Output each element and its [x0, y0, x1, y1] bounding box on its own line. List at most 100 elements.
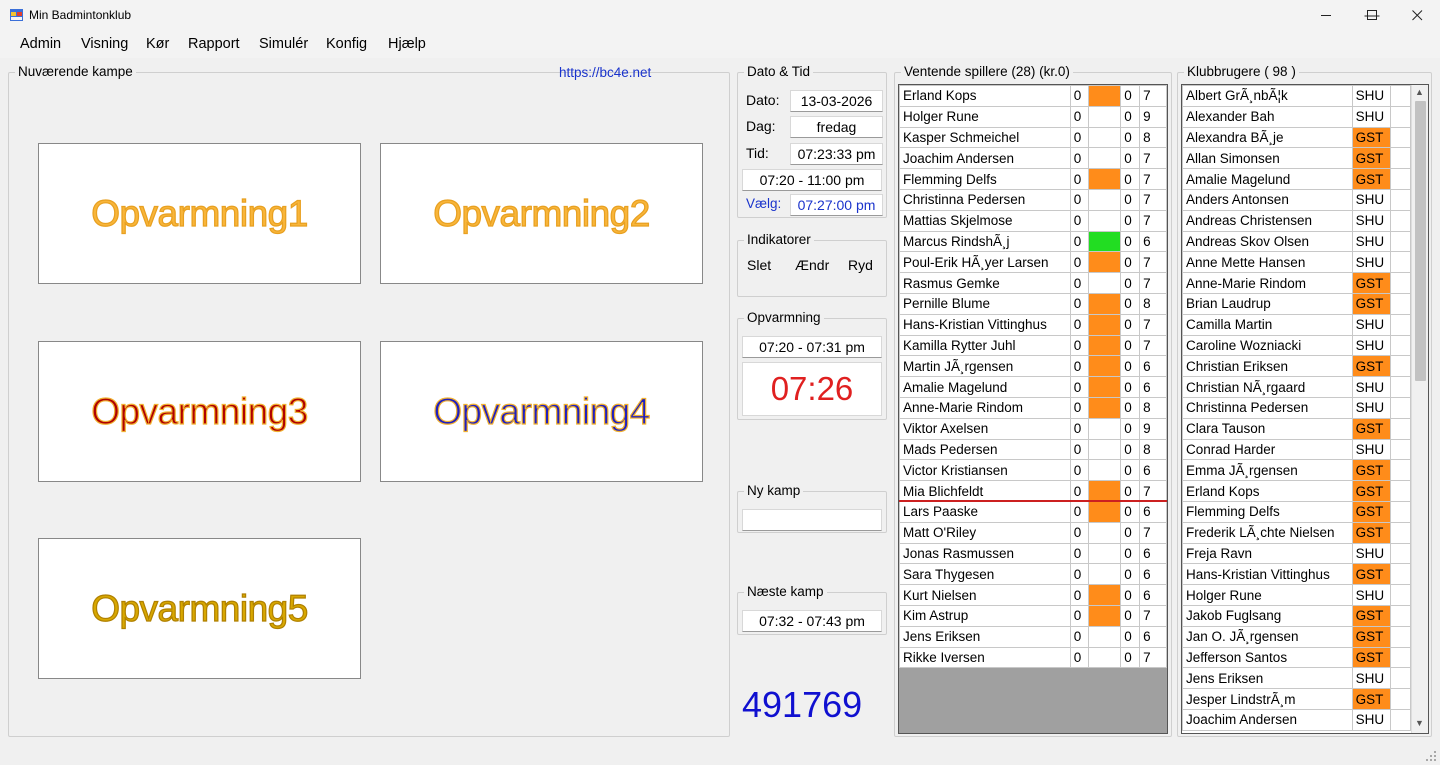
warmup-range-field[interactable]: 07:20 - 07:31 pm: [742, 336, 882, 358]
player-games: 0: [1069, 646, 1089, 669]
member-row[interactable]: Alexander Bah SHU: [1182, 105, 1411, 128]
waiting-players-list[interactable]: Erland Kops 0 0 7 Holger Rune 0 0 9 Kasper Schme…: [898, 84, 1168, 734]
scroll-up-icon[interactable]: ▲: [1415, 87, 1424, 97]
player-name: Rikke Iversen: [899, 646, 1071, 669]
select-time-field[interactable]: 07:27:00 pm: [790, 194, 883, 216]
member-row[interactable]: Christian NÃ¸rgaard SHU: [1182, 376, 1411, 398]
member-row[interactable]: Clara Tauson GST: [1182, 417, 1411, 440]
member-row[interactable]: Anne-Marie Rindom GST: [1182, 272, 1411, 294]
member-row[interactable]: Emma JÃ¸rgensen GST: [1182, 459, 1411, 482]
waiting-player-row[interactable]: Hans-Kristian Vittinghus 0 0 7: [899, 313, 1167, 336]
waiting-player-row[interactable]: Mads Pedersen 0 0 8: [899, 438, 1167, 461]
minimize-icon[interactable]: [1303, 0, 1349, 30]
waiting-player-row[interactable]: Erland Kops 0 0 7: [899, 85, 1167, 107]
court-3[interactable]: Opvarmning3: [38, 341, 361, 482]
menu-rapport[interactable]: Rapport: [188, 36, 240, 52]
member-row[interactable]: Caroline Wozniacki SHU: [1182, 334, 1411, 357]
waiting-player-row[interactable]: Kim Astrup 0 0 7: [899, 604, 1167, 627]
waiting-player-row[interactable]: Pernille Blume 0 0 8: [899, 292, 1167, 315]
clear-indicator-button[interactable]: Ryd: [848, 257, 873, 273]
menu-simuler[interactable]: Simulér: [259, 36, 308, 52]
waiting-player-row[interactable]: Poul-Erik HÃ¸yer Larsen 0 0 7: [899, 251, 1167, 274]
members-list[interactable]: Albert GrÃ¸nbÃ¦k SHU Alexander Bah SHU Alexa…: [1181, 84, 1429, 734]
member-row[interactable]: Frederik LÃ¸chte Nielsen GST: [1182, 521, 1411, 544]
members-scrollbar[interactable]: ▲ ▼: [1411, 85, 1428, 733]
waiting-player-row[interactable]: Joachim Andersen 0 0 7: [899, 147, 1167, 170]
waiting-player-row[interactable]: Christinna Pedersen 0 0 7: [899, 188, 1167, 211]
menu-admin[interactable]: Admin: [20, 36, 61, 52]
member-row[interactable]: Anne Mette Hansen SHU: [1182, 251, 1411, 274]
close-icon[interactable]: [1394, 0, 1440, 30]
resize-grip-icon[interactable]: [1425, 750, 1437, 762]
member-row[interactable]: Conrad Harder SHU: [1182, 438, 1411, 461]
player-name: Mia Blichfeldt: [899, 480, 1071, 502]
member-extra: [1390, 251, 1411, 274]
member-row[interactable]: Jefferson Santos GST: [1182, 646, 1411, 669]
change-indicator-button[interactable]: Ændr: [795, 257, 829, 273]
member-row[interactable]: Jakob Fuglsang GST: [1182, 604, 1411, 627]
member-row[interactable]: Hans-Kristian Vittinghus GST: [1182, 563, 1411, 586]
waiting-player-row[interactable]: Kasper Schmeichel 0 0 8: [899, 126, 1167, 149]
waiting-player-row[interactable]: Flemming Delfs 0 0 7: [899, 168, 1167, 190]
member-row[interactable]: Brian Laudrup GST: [1182, 292, 1411, 315]
member-row[interactable]: Jens Eriksen SHU: [1182, 667, 1411, 690]
member-row[interactable]: Erland Kops GST: [1182, 480, 1411, 502]
date-field[interactable]: 13-03-2026: [790, 90, 883, 112]
member-row[interactable]: Alexandra BÃ¸je GST: [1182, 126, 1411, 149]
member-type: GST: [1351, 126, 1392, 149]
member-row[interactable]: Flemming Delfs GST: [1182, 500, 1411, 523]
menu-konfig[interactable]: Konfig: [326, 36, 367, 52]
court-2[interactable]: Opvarmning2: [380, 143, 703, 284]
next-match-range-field[interactable]: 07:32 - 07:43 pm: [742, 610, 882, 632]
waiting-player-row[interactable]: Sara Thygesen 0 0 6: [899, 563, 1167, 586]
member-row[interactable]: Allan Simonsen GST: [1182, 147, 1411, 170]
waiting-player-row[interactable]: Amalie Magelund 0 0 6: [899, 376, 1167, 398]
member-row[interactable]: Jan O. JÃ¸rgensen GST: [1182, 625, 1411, 648]
member-row[interactable]: Holger Rune SHU: [1182, 584, 1411, 606]
court-4[interactable]: Opvarmning4: [380, 341, 703, 482]
member-row[interactable]: Amalie Magelund GST: [1182, 168, 1411, 190]
waiting-player-row[interactable]: Anne-Marie Rindom 0 0 8: [899, 396, 1167, 419]
waiting-player-row[interactable]: Mia Blichfeldt 0 0 7: [899, 480, 1167, 502]
waiting-player-row[interactable]: Victor Kristiansen 0 0 6: [899, 459, 1167, 482]
member-row[interactable]: Andreas Christensen SHU: [1182, 209, 1411, 232]
waiting-player-row[interactable]: Matt O'Riley 0 0 7: [899, 521, 1167, 544]
delete-indicator-button[interactable]: Slet: [747, 257, 771, 273]
player-games: 0: [1069, 355, 1089, 378]
member-row[interactable]: Jesper LindstrÃ¸m GST: [1182, 688, 1411, 710]
waiting-player-row[interactable]: Kamilla Rytter Juhl 0 0 7: [899, 334, 1167, 357]
waiting-player-row[interactable]: Rasmus Gemke 0 0 7: [899, 272, 1167, 294]
member-row[interactable]: Christinna Pedersen SHU: [1182, 396, 1411, 419]
waiting-player-row[interactable]: Kurt Nielsen 0 0 6: [899, 584, 1167, 606]
day-field[interactable]: fredag: [790, 116, 883, 138]
waiting-player-row[interactable]: Jens Eriksen 0 0 6: [899, 625, 1167, 648]
player-level: 6: [1139, 563, 1167, 586]
member-row[interactable]: Joachim Andersen SHU: [1182, 708, 1411, 731]
scroll-thumb[interactable]: [1415, 101, 1426, 381]
waiting-player-row[interactable]: Mattias Skjelmose 0 0 7: [899, 209, 1167, 232]
member-row[interactable]: Camilla Martin SHU: [1182, 313, 1411, 336]
website-link[interactable]: https://bc4e.net: [559, 65, 651, 80]
member-row[interactable]: Freja Ravn SHU: [1182, 542, 1411, 565]
waiting-player-row[interactable]: Holger Rune 0 0 9: [899, 105, 1167, 128]
waiting-player-row[interactable]: Jonas Rasmussen 0 0 6: [899, 542, 1167, 565]
maximize-icon[interactable]: [1349, 0, 1395, 30]
waiting-player-row[interactable]: Viktor Axelsen 0 0 9: [899, 417, 1167, 440]
menu-visning[interactable]: Visning: [81, 36, 128, 52]
member-row[interactable]: Andreas Skov Olsen SHU: [1182, 230, 1411, 253]
new-match-field[interactable]: [742, 509, 882, 531]
court-1[interactable]: Opvarmning1: [38, 143, 361, 284]
waiting-player-row[interactable]: Marcus RindshÃ¸j 0 0 6: [899, 230, 1167, 253]
scroll-down-icon[interactable]: ▼: [1415, 718, 1424, 728]
member-row[interactable]: Anders Antonsen SHU: [1182, 188, 1411, 211]
member-row[interactable]: Albert GrÃ¸nbÃ¦k SHU: [1182, 85, 1411, 107]
waiting-player-row[interactable]: Lars Paaske 0 0 6: [899, 500, 1167, 523]
member-row[interactable]: Christian Eriksen GST: [1182, 355, 1411, 378]
time-field[interactable]: 07:23:33 pm: [790, 143, 883, 165]
session-range-field[interactable]: 07:20 - 11:00 pm: [742, 169, 882, 191]
court-5[interactable]: Opvarmning5: [38, 538, 361, 679]
waiting-player-row[interactable]: Rikke Iversen 0 0 7: [899, 646, 1167, 669]
menu-koer[interactable]: Kør: [146, 36, 169, 52]
waiting-player-row[interactable]: Martin JÃ¸rgensen 0 0 6: [899, 355, 1167, 378]
menu-hjaelp[interactable]: Hjælp: [388, 36, 426, 52]
